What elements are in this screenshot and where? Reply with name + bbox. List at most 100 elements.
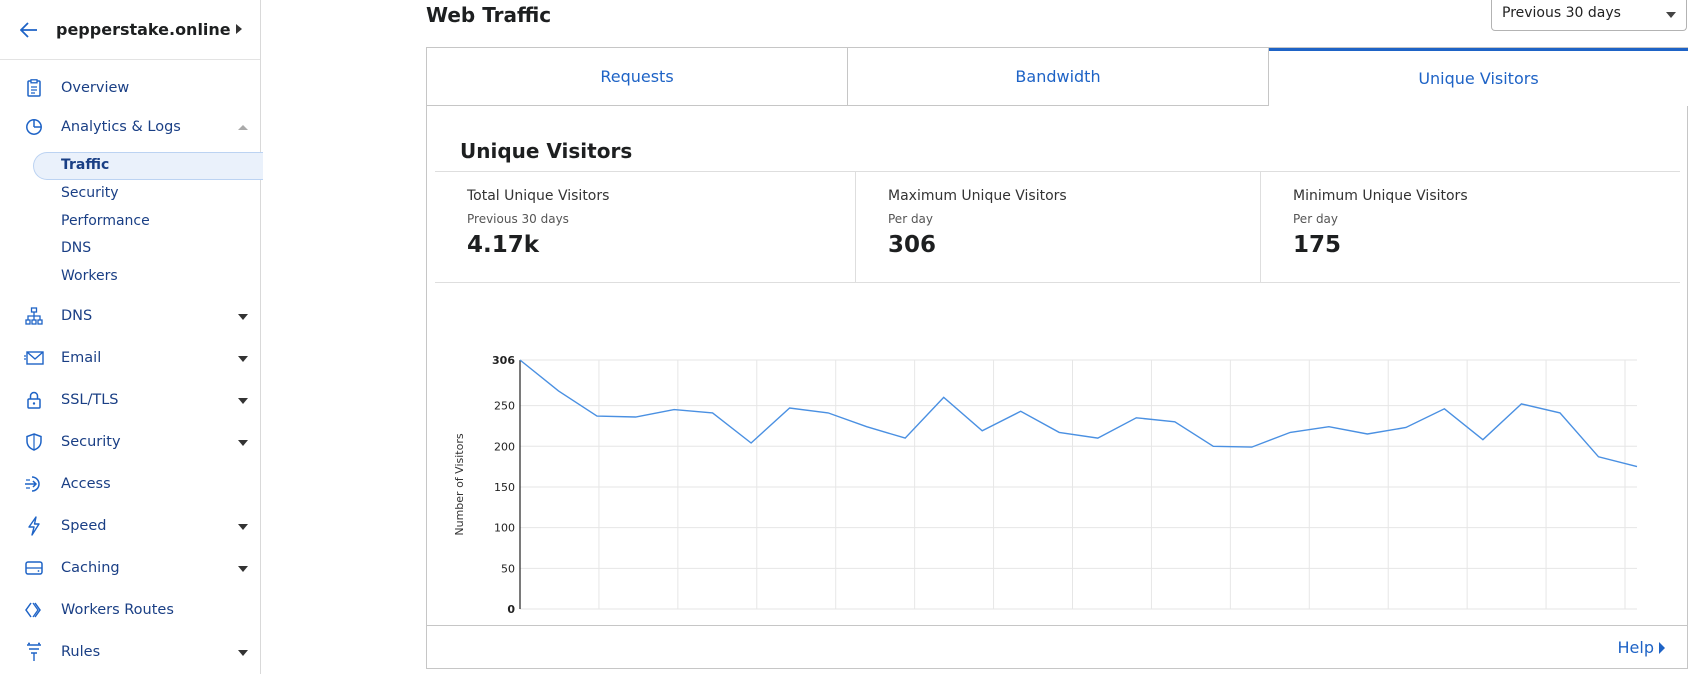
lock-icon: [24, 390, 44, 410]
date-range-select[interactable]: Previous 30 days: [1491, 0, 1687, 31]
x-tick-label: Sun 27: [1527, 616, 1565, 618]
sidebar-item-label: Workers Routes: [61, 602, 174, 618]
drive-icon: [24, 558, 44, 578]
stats-row: Total Unique Visitors Previous 30 days 4…: [435, 171, 1680, 283]
help-label: Help: [1617, 638, 1654, 657]
x-tick-label: Sat 05: [660, 616, 696, 618]
chevron-down-icon: [238, 650, 248, 656]
sidebar-item-analytics-logs[interactable]: Analytics & Logs: [0, 111, 260, 143]
sidebar-item-label: Overview: [61, 80, 130, 96]
y-tick-label: 100: [494, 522, 515, 535]
x-tick-label: Mon 07: [736, 616, 777, 618]
stat-minimum-unique-visitors: Minimum Unique Visitors Per day 175: [1260, 172, 1680, 283]
y-tick-label: 50: [501, 562, 515, 575]
site-header: pepperstake.online: [0, 0, 260, 60]
stat-label: Maximum Unique Visitors: [888, 188, 1067, 204]
date-range-value: Previous 30 days: [1502, 5, 1621, 21]
stat-sublabel: Previous 30 days: [467, 212, 569, 226]
x-tick-label: Thu 03: [579, 616, 618, 618]
x-tick-label: Thu 17: [1131, 616, 1170, 618]
chevron-down-icon: [238, 314, 248, 320]
funnel-icon: [24, 642, 44, 662]
sidebar-item-ssl-tls[interactable]: SSL/TLS: [0, 384, 260, 416]
x-tick-label: Fri 11: [899, 616, 930, 618]
sidebar-item-label: Security: [61, 434, 121, 450]
sidebar-item-workers-routes[interactable]: Workers Routes: [0, 594, 260, 626]
x-tick-label: Mon 21: [1289, 616, 1330, 618]
access-icon: [24, 474, 44, 494]
sidebar-item-label: Speed: [61, 518, 107, 534]
sidebar-subitem-dns[interactable]: DNS: [61, 240, 91, 256]
section-title: Unique Visitors: [460, 139, 633, 163]
y-axis-label: Number of Visitors: [453, 433, 466, 535]
email-icon: [24, 348, 44, 368]
sidebar-item-speed[interactable]: Speed: [0, 510, 260, 542]
stat-sublabel: Per day: [888, 212, 934, 226]
x-tick-label: Wed 09: [815, 616, 856, 618]
unique-visitors-chart: 0 50 100 150 200 250 306 03 AM Thu 03 Sat 05 Mon 0…: [453, 354, 1672, 618]
stat-value: 306: [888, 232, 937, 258]
sidebar-subitem-performance[interactable]: Performance: [61, 213, 150, 229]
metric-tabs: Requests Bandwidth Unique Visitors: [427, 48, 1688, 106]
x-tick-label: Sat 19: [1213, 616, 1249, 618]
sidebar-item-access[interactable]: Access: [0, 468, 260, 500]
y-tick-label: 150: [494, 481, 515, 494]
sidebar-subitem-workers[interactable]: Workers: [61, 268, 118, 284]
clipboard-icon: [24, 78, 44, 98]
sidebar-item-dns[interactable]: DNS: [0, 300, 260, 332]
network-icon: [24, 306, 44, 326]
help-link[interactable]: Help: [1618, 638, 1665, 657]
sidebar-item-label: Rules: [61, 644, 101, 660]
stat-value: 175: [1293, 232, 1342, 258]
sidebar: pepperstake.online Overview Analytics & …: [0, 0, 263, 674]
traffic-panel: Requests Bandwidth Unique Visitors Uniqu…: [426, 47, 1688, 669]
lightning-icon: [24, 516, 44, 536]
stat-value: 4.17k: [467, 232, 540, 258]
stat-maximum-unique-visitors: Maximum Unique Visitors Per day 306: [855, 172, 1260, 283]
tab-requests[interactable]: Requests: [427, 48, 848, 106]
caret-right-icon: [1659, 641, 1665, 654]
stat-label: Minimum Unique Visitors: [1293, 188, 1468, 204]
site-name[interactable]: pepperstake.online: [56, 20, 231, 39]
stat-total-unique-visitors: Total Unique Visitors Previous 30 days 4…: [435, 172, 855, 283]
back-arrow-icon[interactable]: [18, 19, 40, 41]
chevron-down-icon: [238, 356, 248, 362]
x-tick-label: Sun 13: [974, 616, 1012, 618]
x-tick-label: Wed 23: [1367, 616, 1408, 618]
pie-chart-icon: [24, 117, 44, 137]
chevron-down-icon: [1666, 12, 1676, 18]
x-tick-label: 03 AM: [1633, 616, 1672, 618]
sidebar-item-email[interactable]: Email: [0, 342, 260, 374]
sidebar-subitem-security[interactable]: Security: [61, 185, 119, 201]
chevron-down-icon: [238, 566, 248, 572]
sidebar-item-security[interactable]: Security: [0, 426, 260, 458]
page-title: Web Traffic: [426, 3, 552, 27]
x-tick-label: 03 AM: [501, 616, 540, 618]
stat-label: Total Unique Visitors: [467, 188, 610, 204]
x-tick-label: Fri 25: [1452, 616, 1483, 618]
chevron-up-icon: [238, 125, 248, 130]
x-tick-label: Tue 15: [1053, 616, 1090, 618]
sidebar-item-label: Analytics & Logs: [61, 119, 181, 135]
sidebar-item-caching[interactable]: Caching: [0, 552, 260, 584]
sidebar-item-label: Caching: [61, 560, 120, 576]
sidebar-item-label: SSL/TLS: [61, 392, 119, 408]
chevron-down-icon: [238, 524, 248, 530]
sidebar-item-label: DNS: [61, 308, 93, 324]
sidebar-item-overview[interactable]: Overview: [0, 72, 260, 104]
shield-icon: [24, 432, 44, 452]
y-tick-label: 200: [494, 440, 515, 453]
stat-sublabel: Per day: [1293, 212, 1339, 226]
site-switcher-caret-icon[interactable]: [236, 24, 242, 34]
tab-bandwidth[interactable]: Bandwidth: [848, 48, 1269, 106]
y-tick-label: 0: [507, 603, 515, 616]
sidebar-item-label: Access: [61, 476, 111, 492]
tab-unique-visitors[interactable]: Unique Visitors: [1269, 48, 1688, 106]
sidebar-subitem-traffic[interactable]: Traffic: [61, 157, 109, 173]
visitors-series-line: [519, 359, 1638, 468]
chevron-down-icon: [238, 398, 248, 404]
sidebar-item-rules[interactable]: Rules: [0, 636, 260, 668]
workers-icon: [24, 600, 44, 620]
panel-footer: Help: [427, 625, 1687, 669]
chevron-down-icon: [238, 440, 248, 446]
